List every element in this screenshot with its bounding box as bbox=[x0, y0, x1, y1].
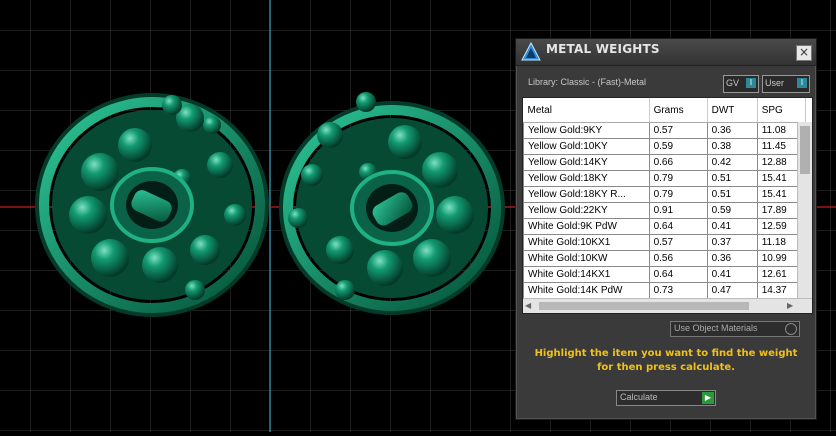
column-header-spg[interactable]: SPG bbox=[757, 98, 807, 123]
table-row[interactable]: Yellow Gold:14KY 0.66 0.42 12.88 bbox=[523, 154, 807, 171]
calculate-label: Calculate bbox=[620, 392, 658, 402]
table-row[interactable]: White Gold:14KX1 0.64 0.41 12.61 bbox=[523, 266, 807, 283]
cell-dwt: 0.47 bbox=[706, 282, 758, 299]
metal-weights-panel: METAL WEIGHTS × Library: Classic - (Fast… bbox=[515, 38, 817, 420]
cell-dwt: 0.59 bbox=[706, 202, 758, 219]
table-vertical-scrollbar[interactable] bbox=[797, 122, 812, 299]
play-arrow-icon: ▶ bbox=[702, 392, 714, 404]
close-icon: × bbox=[798, 45, 810, 59]
table-row[interactable]: Yellow Gold:22KY 0.91 0.59 17.89 bbox=[523, 202, 807, 219]
cell-metal: White Gold:14K PdW bbox=[523, 282, 650, 299]
cell-metal: Yellow Gold:14KY bbox=[523, 154, 650, 171]
instruction-text: Highlight the item you want to find the … bbox=[534, 348, 798, 373]
cell-dwt: 0.36 bbox=[706, 122, 758, 139]
horizontal-scroll-thumb[interactable] bbox=[539, 302, 749, 310]
cell-metal: Yellow Gold:22KY bbox=[523, 202, 650, 219]
metal-weights-table[interactable]: Metal Grams DWT SPG Yellow Gold:9KY 0.57 0… bbox=[522, 97, 813, 314]
panel-titlebar[interactable]: METAL WEIGHTS × bbox=[516, 39, 816, 66]
cell-dwt: 0.41 bbox=[706, 266, 758, 283]
cell-metal: Yellow Gold:18KY bbox=[523, 170, 650, 187]
cell-grams: 0.79 bbox=[648, 170, 708, 187]
earring-model-left[interactable] bbox=[35, 93, 269, 317]
gv-toggle[interactable]: GV I bbox=[723, 75, 759, 93]
cell-grams: 0.64 bbox=[648, 218, 708, 235]
table-row[interactable]: Yellow Gold:18KY 0.79 0.51 15.41 bbox=[523, 170, 807, 187]
cell-dwt: 0.36 bbox=[706, 250, 758, 267]
matrix-logo-icon bbox=[521, 41, 541, 61]
cell-metal: White Gold:9K PdW bbox=[523, 218, 650, 235]
gv-toggle-knob-icon: I bbox=[746, 78, 756, 88]
gv-toggle-label: GV bbox=[726, 78, 740, 88]
cell-metal: Yellow Gold:18KY R... bbox=[523, 186, 650, 203]
column-header-metal[interactable]: Metal bbox=[523, 98, 650, 123]
column-header-grams[interactable]: Grams bbox=[649, 98, 708, 123]
cell-dwt: 0.41 bbox=[706, 218, 758, 235]
table-horizontal-scrollbar[interactable]: ◀ ▶ bbox=[523, 298, 812, 313]
table-row[interactable]: White Gold:10KW 0.56 0.36 10.99 bbox=[523, 250, 807, 267]
table-row[interactable]: Yellow Gold:10KY 0.59 0.38 11.45 bbox=[523, 138, 807, 155]
cell-grams: 0.57 bbox=[648, 122, 708, 139]
cell-dwt: 0.42 bbox=[706, 154, 758, 171]
cell-grams: 0.73 bbox=[648, 282, 708, 299]
cell-metal: White Gold:10KW bbox=[523, 250, 650, 267]
cell-grams: 0.79 bbox=[648, 186, 708, 203]
cell-grams: 0.64 bbox=[648, 266, 708, 283]
calculate-button[interactable]: Calculate ▶ bbox=[616, 390, 716, 406]
cell-dwt: 0.51 bbox=[706, 186, 758, 203]
table-row[interactable]: White Gold:14K PdW 0.73 0.47 14.37 bbox=[523, 282, 807, 299]
use-object-materials-label: Use Object Materials bbox=[674, 323, 758, 333]
cell-grams: 0.59 bbox=[648, 138, 708, 155]
cell-metal: White Gold:10KX1 bbox=[523, 234, 650, 251]
use-object-materials-checkbox[interactable]: Use Object Materials bbox=[670, 321, 800, 337]
cell-metal: White Gold:14KX1 bbox=[523, 266, 650, 283]
cell-grams: 0.56 bbox=[648, 250, 708, 267]
user-toggle-knob-icon: I bbox=[797, 78, 807, 88]
table-row[interactable]: Yellow Gold:18KY R... 0.79 0.51 15.41 bbox=[523, 186, 807, 203]
table-header-row: Metal Grams DWT SPG bbox=[523, 98, 807, 123]
user-toggle-label: User bbox=[765, 78, 785, 88]
scroll-left-arrow-icon[interactable]: ◀ bbox=[525, 301, 531, 310]
scroll-right-arrow-icon[interactable]: ▶ bbox=[787, 301, 793, 310]
column-header-dwt[interactable]: DWT bbox=[707, 98, 758, 123]
library-label: Library: Classic - (Fast)-Metal bbox=[528, 77, 647, 87]
cell-dwt: 0.51 bbox=[706, 170, 758, 187]
checkbox-icon bbox=[785, 323, 797, 335]
table-row[interactable]: White Gold:10KX1 0.57 0.37 11.18 bbox=[523, 234, 807, 251]
cell-grams: 0.57 bbox=[648, 234, 708, 251]
cell-dwt: 0.38 bbox=[706, 138, 758, 155]
cell-metal: Yellow Gold:10KY bbox=[523, 138, 650, 155]
user-toggle[interactable]: User I bbox=[762, 75, 810, 93]
close-button[interactable]: × bbox=[796, 45, 812, 61]
table-row[interactable]: Yellow Gold:9KY 0.57 0.36 11.08 bbox=[523, 122, 807, 139]
cell-grams: 0.66 bbox=[648, 154, 708, 171]
cell-dwt: 0.37 bbox=[706, 234, 758, 251]
table-row[interactable]: White Gold:9K PdW 0.64 0.41 12.59 bbox=[523, 218, 807, 235]
vertical-scroll-thumb[interactable] bbox=[800, 126, 810, 174]
cell-metal: Yellow Gold:9KY bbox=[523, 122, 650, 139]
panel-title: METAL WEIGHTS bbox=[546, 42, 660, 56]
cell-grams: 0.91 bbox=[648, 202, 708, 219]
